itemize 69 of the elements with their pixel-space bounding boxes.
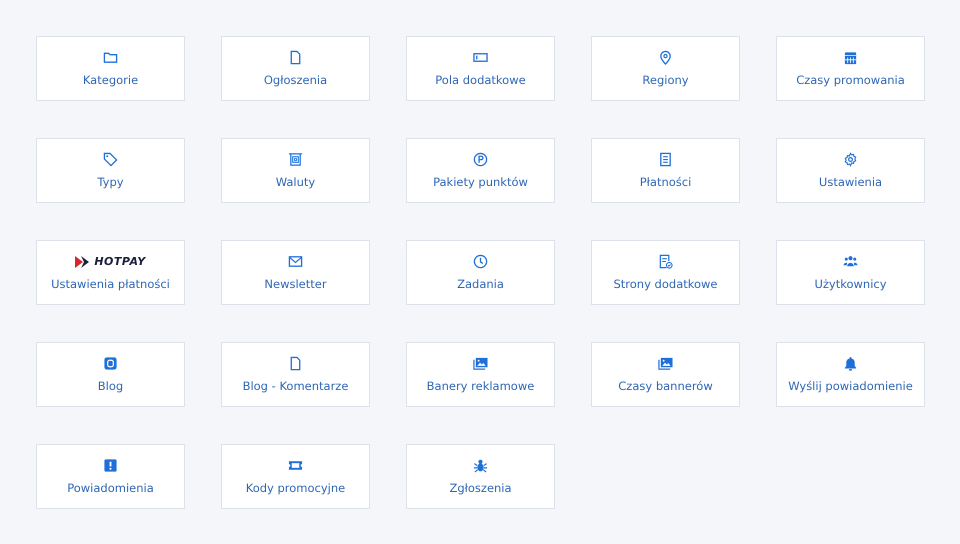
menu-tile[interactable]: Zgłoszenia — [406, 444, 555, 509]
bug-icon — [473, 458, 488, 473]
menu-tile[interactable]: Kody promocyjne — [221, 444, 370, 509]
tile-label: Typy — [97, 175, 124, 189]
menu-tile[interactable]: Newsletter — [221, 240, 370, 305]
input-box-icon — [473, 50, 488, 65]
tag-icon — [103, 152, 118, 167]
receipt-icon — [658, 152, 673, 167]
blog-icon — [103, 356, 118, 371]
logo-text: HOTPAY — [94, 254, 146, 268]
tile-label: Newsletter — [264, 277, 327, 291]
parking-circle-icon — [473, 152, 488, 167]
map-pin-icon — [658, 50, 673, 65]
menu-tile[interactable]: HOTPAY Ustawienia płatności — [36, 240, 185, 305]
menu-tile[interactable]: Kategorie — [36, 36, 185, 101]
clock-icon — [473, 254, 488, 269]
menu-tile[interactable]: Ogłoszenia — [221, 36, 370, 101]
tile-label: Wyślij powiadomienie — [788, 379, 913, 393]
tile-label: Blog — [98, 379, 124, 393]
menu-tile[interactable]: Czasy bannerów — [591, 342, 740, 407]
tile-label: Czasy promowania — [796, 73, 905, 87]
menu-tile[interactable]: Blog - Komentarze — [221, 342, 370, 407]
tile-label: Płatności — [640, 175, 692, 189]
menu-tile[interactable]: Powiadomienia — [36, 444, 185, 509]
users-icon — [843, 254, 858, 269]
cash-register-icon — [288, 152, 303, 167]
play-arrows-icon — [75, 256, 92, 268]
menu-tile[interactable]: Czasy promowania — [776, 36, 925, 101]
menu-tile[interactable]: Waluty — [221, 138, 370, 203]
exclamation-icon — [103, 458, 118, 473]
tile-label: Banery reklamowe — [426, 379, 534, 393]
menu-tile[interactable]: Blog — [36, 342, 185, 407]
menu-tile[interactable]: Pakiety punktów — [406, 138, 555, 203]
tile-label: Strony dodatkowe — [613, 277, 718, 291]
images-icon — [658, 356, 673, 371]
tile-label: Zadania — [457, 277, 504, 291]
tile-label: Waluty — [276, 175, 316, 189]
tile-label: Blog - Komentarze — [242, 379, 348, 393]
images-icon — [473, 356, 488, 371]
tile-label: Kategorie — [82, 73, 138, 87]
gear-icon — [843, 152, 858, 167]
menu-tile[interactable]: Strony dodatkowe — [591, 240, 740, 305]
menu-tile[interactable]: Banery reklamowe — [406, 342, 555, 407]
tile-label: Użytkownicy — [814, 277, 887, 291]
tile-label: Kody promocyjne — [246, 481, 346, 495]
menu-tile[interactable]: Płatności — [591, 138, 740, 203]
tile-label: Powiadomienia — [67, 481, 154, 495]
tile-label: Czasy bannerów — [618, 379, 713, 393]
menu-tile[interactable]: Użytkownicy — [776, 240, 925, 305]
menu-tile[interactable]: Zadania — [406, 240, 555, 305]
envelope-icon — [288, 254, 303, 269]
menu-tile[interactable]: Typy — [36, 138, 185, 203]
tile-label: Zgłoszenia — [449, 481, 512, 495]
tile-label: Pola dodatkowe — [435, 73, 526, 87]
tile-label: Ustawienia płatności — [51, 276, 170, 290]
bell-icon — [843, 356, 858, 371]
tile-label: Regiony — [642, 73, 689, 87]
menu-tile[interactable]: Pola dodatkowe — [406, 36, 555, 101]
tile-label: Ogłoszenia — [264, 73, 328, 87]
calendar-icon — [843, 50, 858, 65]
menu-tile[interactable]: Regiony — [591, 36, 740, 101]
document-icon — [288, 50, 303, 65]
tile-label: Pakiety punktów — [433, 175, 528, 189]
tile-label: Ustawienia — [818, 175, 882, 189]
menu-tile[interactable]: Ustawienia — [776, 138, 925, 203]
folder-icon — [103, 50, 118, 65]
menu-tile[interactable]: Wyślij powiadomienie — [776, 342, 925, 407]
document-check-icon — [658, 254, 673, 269]
document-icon — [288, 356, 303, 371]
